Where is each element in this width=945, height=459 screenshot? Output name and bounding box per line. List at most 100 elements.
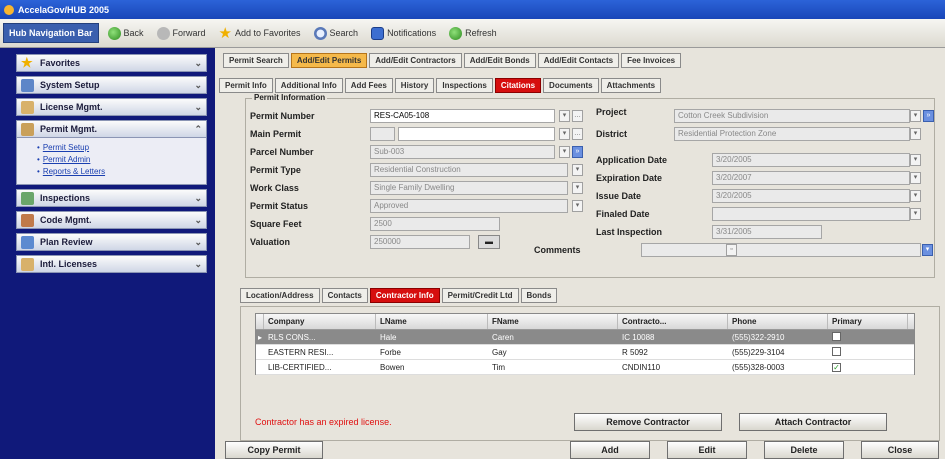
add-to-favorites-button[interactable]: ★ Add to Favorites [215, 25, 305, 42]
work-class-dropdown[interactable]: ▾ [572, 182, 583, 194]
chevron-down-icon: ⌄ [194, 101, 202, 112]
permit-number-dropdown[interactable]: ▾ [559, 110, 570, 122]
issue-date-picker[interactable]: ▾ [910, 190, 921, 202]
comments-field[interactable] [641, 243, 921, 257]
permit-type-field[interactable]: Residential Construction [370, 163, 568, 177]
comments-dropdown[interactable]: ▾ [922, 244, 933, 256]
permit-status-dropdown[interactable]: ▾ [572, 200, 583, 212]
column-header-primary[interactable]: Primary [828, 314, 908, 329]
tab-permit-search[interactable]: Permit Search [223, 53, 289, 68]
comments-expand-button[interactable]: ▫ [726, 244, 737, 256]
main-permit-lookup-button[interactable]: … [572, 128, 583, 140]
tab-history[interactable]: History [394, 78, 435, 93]
column-header-fname[interactable]: FName [488, 314, 618, 329]
finaled-date-picker[interactable]: ▾ [910, 208, 921, 220]
column-header-phone[interactable]: Phone [728, 314, 828, 329]
sidebar-link-permit-setup[interactable]: Permit Setup [37, 142, 198, 154]
close-button[interactable]: Close [861, 441, 939, 459]
tab-add-edit-permits[interactable]: Add/Edit Permits [290, 53, 368, 68]
project-field[interactable]: Cotton Creek Subdivision [674, 109, 910, 123]
table-row[interactable]: LIB-CERTIFIED... Bowen Tim CNDIN110 (555… [256, 360, 914, 375]
delete-button[interactable]: Delete [764, 441, 844, 459]
parcel-number-field[interactable]: Sub-003 [370, 145, 555, 159]
search-button[interactable]: Search [310, 25, 363, 42]
tab-inspections[interactable]: Inspections [436, 78, 493, 93]
tab-location-address[interactable]: Location/Address [240, 288, 320, 303]
sidebar-item-system-setup[interactable]: System Setup ⌄ [16, 76, 207, 94]
edit-button[interactable]: Edit [667, 441, 747, 459]
tab-permit-info[interactable]: Permit Info [219, 78, 273, 93]
main-permit-field[interactable] [398, 127, 555, 141]
issue-date-field[interactable]: 3/20/2005 [712, 189, 910, 203]
square-feet-field[interactable]: 2500 [370, 217, 500, 231]
tab-contractor-info[interactable]: Contractor Info [369, 288, 440, 303]
permit-number-lookup-button[interactable]: … [572, 110, 583, 122]
column-header-company[interactable]: Company [264, 314, 376, 329]
sidebar-item-code-mgmt[interactable]: Code Mgmt. ⌄ [16, 211, 207, 229]
expiration-date-picker[interactable]: ▾ [910, 172, 921, 184]
valuation-calculator-button[interactable]: ▬ [478, 235, 500, 249]
tab-add-edit-contacts[interactable]: Add/Edit Contacts [537, 53, 620, 68]
permit-type-dropdown[interactable]: ▾ [572, 164, 583, 176]
remove-contractor-button[interactable]: Remove Contractor [574, 413, 722, 431]
back-button[interactable]: Back [104, 25, 148, 42]
forward-button[interactable]: Forward [153, 25, 210, 42]
application-date-picker[interactable]: ▾ [910, 154, 921, 166]
table-row[interactable]: ▸ RLS CONS... Hale Caren IC 10088 (555)3… [256, 330, 914, 345]
row-indicator-header [256, 314, 264, 329]
tab-additional-info[interactable]: Additional Info [274, 78, 343, 93]
project-lookup-button[interactable]: » [923, 110, 934, 122]
cell-primary [828, 331, 908, 343]
tab-attachments[interactable]: Attachments [600, 78, 662, 93]
refresh-button[interactable]: Refresh [445, 25, 501, 42]
sidebar-item-inspections[interactable]: Inspections ⌄ [16, 189, 207, 207]
expiration-date-field[interactable]: 3/20/2007 [712, 171, 910, 185]
main-permit-prefix-field[interactable] [370, 127, 395, 141]
primary-checkbox[interactable] [832, 331, 841, 341]
column-header-contractor[interactable]: Contracto... [618, 314, 728, 329]
tab-add-edit-contractors[interactable]: Add/Edit Contractors [369, 53, 462, 68]
sidebar-item-permit-mgmt[interactable]: Permit Mgmt. ⌃ [16, 120, 207, 138]
table-row[interactable]: EASTERN RESI... Forbe Gay R 5092 (555)22… [256, 345, 914, 360]
sidebar-item-favorites[interactable]: ★ Favorites ⌄ [16, 54, 207, 72]
cell-lname: Forbe [380, 347, 401, 357]
permit-number-field[interactable]: RES-CA05-108 [370, 109, 555, 123]
primary-checkbox-checked[interactable]: ✓ [832, 362, 841, 372]
sidebar-item-intl-licenses[interactable]: Intl. Licenses ⌄ [16, 255, 207, 273]
tab-add-fees[interactable]: Add Fees [344, 78, 393, 93]
tab-citations[interactable]: Citations [494, 78, 542, 93]
finaled-date-field[interactable] [712, 207, 910, 221]
tab-contacts[interactable]: Contacts [321, 288, 368, 303]
add-button[interactable]: Add [570, 441, 650, 459]
valuation-field[interactable]: 250000 [370, 235, 470, 249]
tab-add-edit-bonds[interactable]: Add/Edit Bonds [463, 53, 536, 68]
work-class-field[interactable]: Single Family Dwelling [370, 181, 568, 195]
tab-documents[interactable]: Documents [543, 78, 599, 93]
contractor-grid[interactable]: Company LName FName Contracto... Phone P… [255, 313, 915, 375]
district-dropdown[interactable]: ▾ [910, 128, 921, 140]
sidebar-item-plan-review[interactable]: Plan Review ⌄ [16, 233, 207, 251]
parcel-lookup-button[interactable]: » [572, 146, 583, 158]
tab-fee-invoices[interactable]: Fee Invoices [621, 53, 682, 68]
sidebar-link-reports-letters[interactable]: Reports & Letters [37, 166, 198, 178]
tab-permit-credit-ltd[interactable]: Permit/Credit Ltd [441, 288, 519, 303]
attach-contractor-button[interactable]: Attach Contractor [739, 413, 887, 431]
sidebar-link-permit-admin[interactable]: Permit Admin [37, 154, 198, 166]
last-inspection-field[interactable]: 3/31/2005 [712, 225, 822, 239]
main-permit-dropdown[interactable]: ▾ [559, 128, 570, 140]
parcel-number-dropdown[interactable]: ▾ [559, 146, 570, 158]
sidebar-item-license-mgmt[interactable]: License Mgmt. ⌄ [16, 98, 207, 116]
tab-bonds[interactable]: Bonds [520, 288, 558, 303]
project-dropdown[interactable]: ▾ [910, 110, 921, 122]
copy-permit-button[interactable]: Copy Permit [225, 441, 323, 459]
column-header-lname[interactable]: LName [376, 314, 488, 329]
contractor-info-panel: Company LName FName Contracto... Phone P… [240, 306, 940, 441]
notifications-button[interactable]: Notifications [367, 25, 440, 42]
primary-checkbox[interactable] [832, 346, 841, 356]
application-date-field[interactable]: 3/20/2005 [712, 153, 910, 167]
permit-mgmt-submenu: Permit Setup Permit Admin Reports & Lett… [16, 138, 207, 185]
permit-status-field[interactable]: Approved [370, 199, 568, 213]
permit-status-label: Permit Status [250, 201, 309, 211]
district-field[interactable]: Residential Protection Zone [674, 127, 910, 141]
sub-tab-bar: Permit Info Additional Info Add Fees His… [219, 78, 662, 93]
